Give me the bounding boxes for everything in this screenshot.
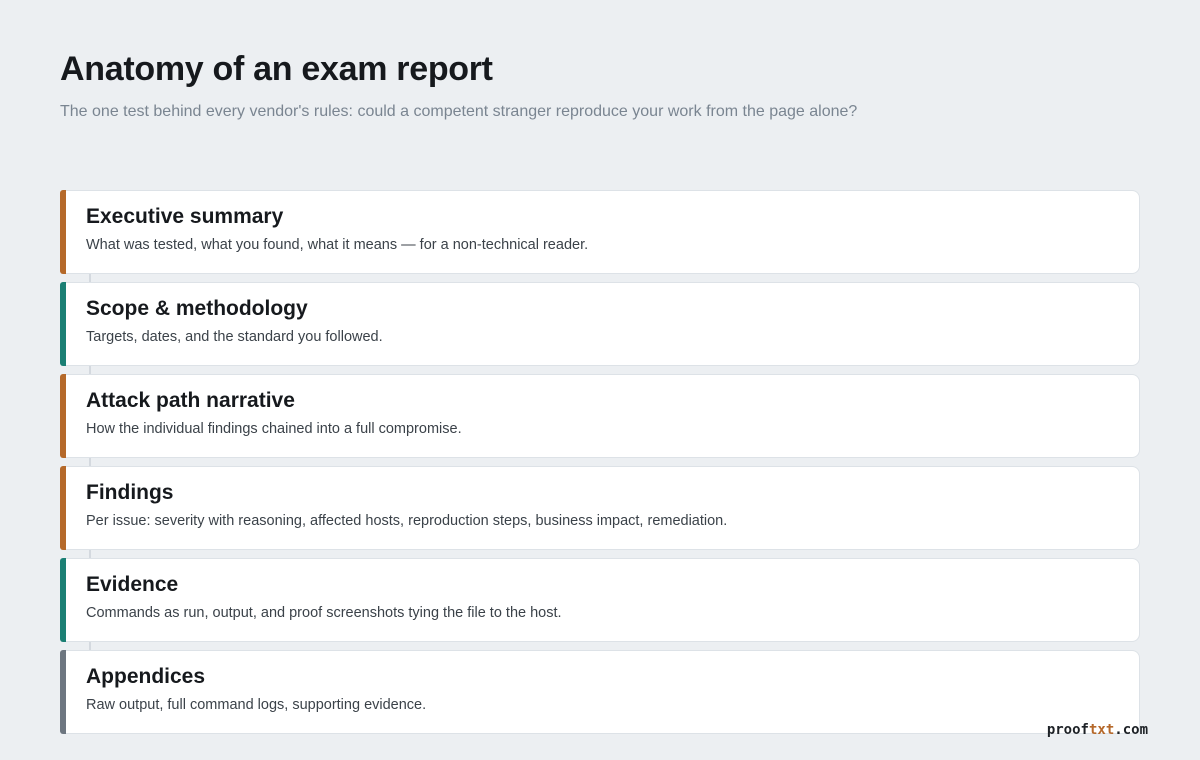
section-description: Per issue: severity with reasoning, affe… <box>86 513 728 529</box>
section-card-evidence: Evidence Commands as run, output, and pr… <box>60 558 1140 642</box>
page-subtitle: The one test behind every vendor's rules… <box>60 103 858 120</box>
page-title: Anatomy of an exam report <box>60 50 493 88</box>
section-accent-bar <box>60 374 66 458</box>
section-card-executive-summary: Executive summary What was tested, what … <box>60 190 1140 274</box>
brand-logo-suffix: .com <box>1114 722 1148 738</box>
section-title: Attack path narrative <box>86 389 295 412</box>
section-title: Appendices <box>86 665 206 688</box>
report-sections-list: Executive summary What was tested, what … <box>60 190 1140 742</box>
section-card-scope-methodology: Scope & methodology Targets, dates, and … <box>60 282 1140 366</box>
section-title: Scope & methodology <box>86 297 308 320</box>
section-description: Commands as run, output, and proof scree… <box>86 605 562 621</box>
section-card-findings: Findings Per issue: severity with reason… <box>60 466 1140 550</box>
section-card-appendices: Appendices Raw output, full command logs… <box>60 650 1140 734</box>
section-accent-bar <box>60 282 66 366</box>
section-title: Executive summary <box>86 205 284 228</box>
section-title: Findings <box>86 481 174 504</box>
section-title: Evidence <box>86 573 179 596</box>
section-accent-bar <box>60 650 66 734</box>
section-description: Raw output, full command logs, supportin… <box>86 697 427 713</box>
section-accent-bar <box>60 190 66 274</box>
section-card-attack-path-narrative: Attack path narrative How the individual… <box>60 374 1140 458</box>
section-description: What was tested, what you found, what it… <box>86 237 589 253</box>
section-accent-bar <box>60 466 66 550</box>
section-description: How the individual findings chained into… <box>86 421 462 437</box>
section-description: Targets, dates, and the standard you fol… <box>86 329 383 345</box>
brand-logo-accent: txt <box>1088 722 1115 738</box>
brand-logo: prooftxt.com <box>1047 722 1148 738</box>
section-accent-bar <box>60 558 66 642</box>
brand-logo-part: proof <box>1046 722 1089 738</box>
